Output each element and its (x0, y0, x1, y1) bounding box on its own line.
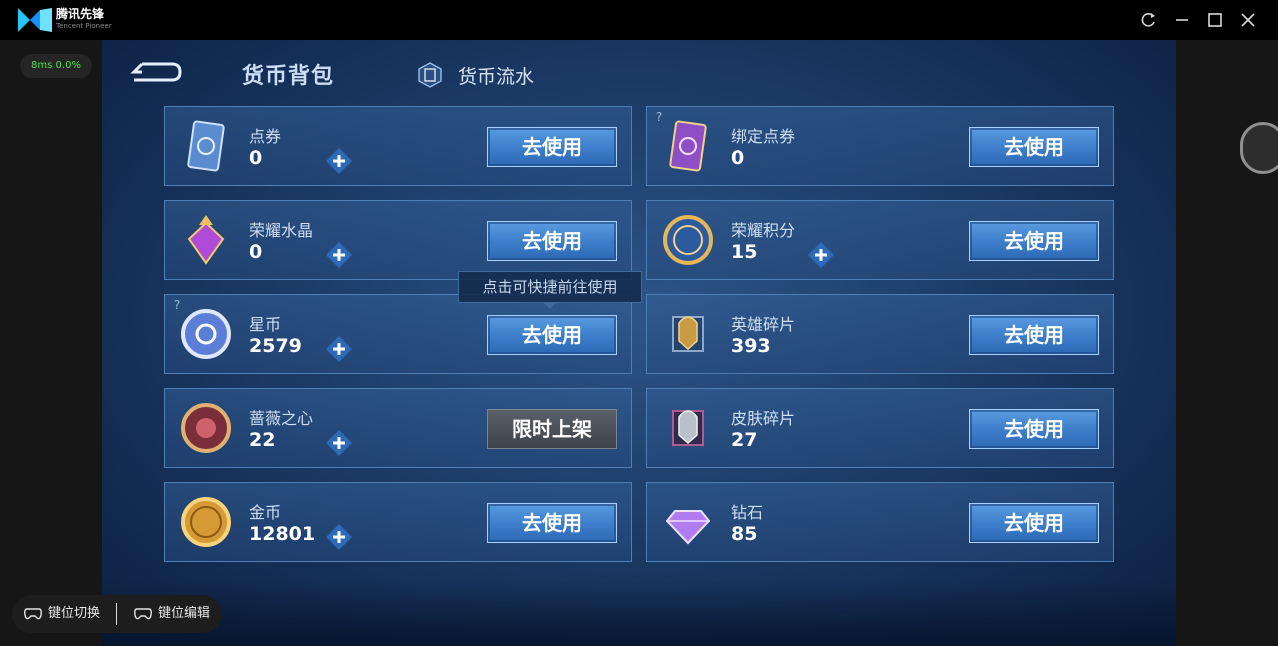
tab-currency-bag[interactable]: 货币背包 (242, 58, 334, 90)
app-logo-icon (18, 8, 52, 32)
close-icon[interactable] (1238, 10, 1258, 30)
title-bar: 腾讯先锋 Tencent Pioneer (0, 0, 1278, 40)
add-star-coin-button[interactable] (325, 335, 353, 363)
currency-value: 12801 (249, 523, 316, 545)
hero-fragment-icon (672, 316, 704, 352)
back-button[interactable] (128, 58, 184, 86)
currency-card-diamond: 钻石 85 去使用 (646, 482, 1114, 562)
rose-heart-limited-button[interactable]: 限时上架 (487, 409, 617, 449)
tooltip-arrow (543, 302, 557, 309)
currency-card-honor-points: 荣耀积分 15 去使用 (646, 200, 1114, 280)
currency-value: 0 (249, 241, 263, 263)
honor-points-use-button[interactable]: 去使用 (969, 221, 1099, 261)
refresh-icon[interactable] (1138, 10, 1158, 30)
currency-name: 荣耀水晶 (249, 221, 314, 240)
currency-card-skin-fragment: 皮肤碎片 27 去使用 (646, 388, 1114, 468)
currency-card-rose-heart: 蔷薇之心 22 限时上架 (164, 388, 632, 468)
coupon-card-icon (187, 120, 225, 172)
currency-name: 金币 (249, 503, 282, 522)
currency-name: 蔷薇之心 (249, 409, 314, 428)
currency-flow-icon (418, 62, 442, 88)
currency-name: 皮肤碎片 (731, 409, 796, 428)
maximize-icon[interactable] (1205, 10, 1225, 30)
honor-points-icon (663, 215, 713, 265)
currency-value: 0 (731, 147, 745, 169)
bound-coupon-use-button[interactable]: 去使用 (969, 127, 1099, 167)
currency-card-coupon: 点券 0 去使用 (164, 106, 632, 186)
add-honor-crystal-button[interactable] (325, 241, 353, 269)
app-name: 腾讯先锋 (56, 7, 105, 21)
currency-value: 2579 (249, 335, 302, 357)
side-toggle-button[interactable] (1240, 122, 1278, 174)
coupon-use-button[interactable]: 去使用 (487, 127, 617, 167)
currency-card-star-coin: ? 星币 2579 去使用 (164, 294, 632, 374)
keymap-switch-button[interactable]: 键位切换 (48, 595, 100, 633)
hero-fragment-use-button[interactable]: 去使用 (969, 315, 1099, 355)
add-gold-coin-button[interactable] (325, 523, 353, 551)
currency-card-hero-fragment: 英雄碎片 393 去使用 (646, 294, 1114, 374)
keymap-bar: 键位切换 键位编辑 (12, 595, 222, 633)
keymap-edit-button[interactable]: 键位编辑 (158, 595, 210, 633)
currency-name: 绑定点券 (731, 127, 796, 146)
gamepad-edit-icon (134, 608, 152, 620)
add-honor-points-button[interactable] (807, 241, 835, 269)
app-subtitle: Tencent Pioneer (56, 22, 112, 30)
currency-name: 点券 (249, 127, 282, 146)
currency-card-gold-coin: 金币 12801 去使用 (164, 482, 632, 562)
skin-fragment-icon (672, 410, 704, 446)
currency-value: 15 (731, 241, 758, 263)
currency-value: 27 (731, 429, 758, 451)
keymap-divider (116, 603, 117, 625)
currency-value: 393 (731, 335, 771, 357)
bottom-glow (102, 580, 1176, 646)
currency-name: 荣耀积分 (731, 221, 796, 240)
minimize-icon[interactable] (1172, 10, 1192, 30)
currency-value: 85 (731, 523, 758, 545)
gold-coin-icon (181, 497, 231, 547)
add-coupon-button[interactable] (325, 147, 353, 175)
diamond-icon (665, 510, 711, 545)
star-coin-use-button[interactable]: 去使用 (487, 315, 617, 355)
use-tooltip: 点击可快捷前往使用 (458, 271, 642, 303)
perf-indicator: 8ms 0.0% (20, 54, 92, 78)
gamepad-icon (24, 608, 42, 620)
currency-name: 星币 (249, 315, 282, 334)
currency-name: 钻石 (731, 503, 764, 522)
add-rose-heart-button[interactable] (325, 429, 353, 457)
currency-name: 英雄碎片 (731, 315, 796, 334)
honor-crystal-use-button[interactable]: 去使用 (487, 221, 617, 261)
currency-card-bound-coupon: ? 绑定点券 0 去使用 (646, 106, 1114, 186)
skin-fragment-use-button[interactable]: 去使用 (969, 409, 1099, 449)
bound-coupon-card-icon (669, 120, 707, 172)
gold-coin-use-button[interactable]: 去使用 (487, 503, 617, 543)
diamond-use-button[interactable]: 去使用 (969, 503, 1099, 543)
currency-value: 22 (249, 429, 276, 451)
currency-value: 0 (249, 147, 263, 169)
game-viewport: 货币背包 货币流水 点券 0 去使用 ? 绑定点券 0 去使用 荣耀水晶 0 去… (102, 40, 1176, 646)
rose-heart-icon (181, 403, 231, 453)
honor-crystal-icon (187, 215, 225, 265)
tab-currency-flow[interactable]: 货币流水 (458, 62, 534, 89)
currency-card-honor-crystal: 荣耀水晶 0 去使用 (164, 200, 632, 280)
left-sidebar (0, 40, 102, 646)
star-coin-icon (181, 309, 231, 359)
